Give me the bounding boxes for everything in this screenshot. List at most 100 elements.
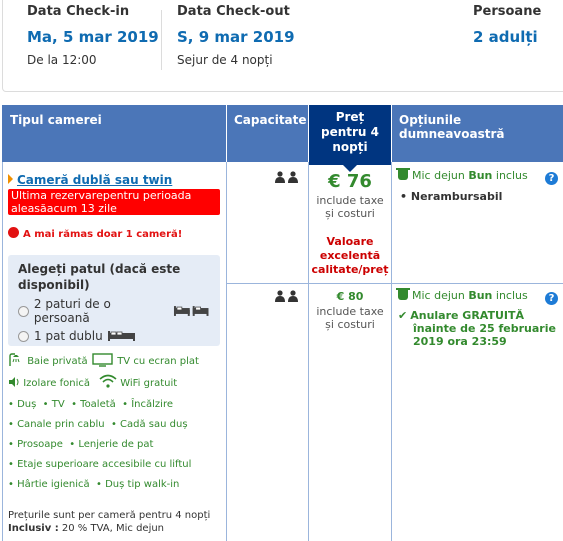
alert-line-2: aleasăacum 13 zile bbox=[11, 202, 117, 215]
breakfast-cup-icon bbox=[396, 168, 410, 180]
facility-row-5: • Hârtie igienică • Duș tip walk-in bbox=[8, 479, 180, 490]
facility-tv-label: TV cu ecran plat bbox=[117, 356, 199, 367]
cancel-text-1: Anulare GRATUITĂ bbox=[410, 309, 525, 322]
summary-divider bbox=[161, 10, 162, 70]
note-included-items: 20 % TVA, Mic dejun bbox=[61, 523, 165, 534]
breakfast-option-2: Mic dejun Bun inclus bbox=[396, 288, 528, 302]
header-capacity: Capacitate bbox=[227, 105, 308, 162]
value-tag-line1: Valoare bbox=[326, 235, 374, 248]
breakfast-bold-2: Bun bbox=[468, 289, 493, 302]
price-note-line2: Inclusiv : 20 % TVA, Mic dejun bbox=[8, 522, 210, 535]
booking-summary: Data Check-in Ma, 5 mar 2019 De la 12:00… bbox=[2, 0, 563, 92]
guests-value[interactable]: 2 adulți bbox=[473, 28, 541, 46]
facility-soundproof-label: Izolare fonică bbox=[23, 378, 91, 389]
cancel-line-2: înainte de 25 februarie bbox=[413, 322, 556, 335]
bed-choice-box: Alegeți patul (dacă este disponibil) 2 p… bbox=[8, 255, 220, 346]
bed-option-twin[interactable]: 2 paturi de o persoană bbox=[18, 297, 210, 325]
bed-option-double[interactable]: 1 pat dublu bbox=[18, 329, 210, 343]
facility-item: Lenjerie de pat bbox=[78, 439, 154, 450]
price-note-option-2: include taxe și costuri bbox=[309, 305, 391, 331]
checkin-block: Data Check-in Ma, 5 mar 2019 De la 12:00 bbox=[27, 4, 159, 67]
two-persons-icon bbox=[275, 290, 298, 302]
rooms-left-text: A mai rămas doar 1 cameră! bbox=[23, 229, 183, 240]
col-divider-3 bbox=[391, 162, 392, 541]
room-table: Tipul camerei Capacitate Preț pentru 4 n… bbox=[2, 105, 563, 541]
facility-item: Cadă sau duș bbox=[120, 419, 188, 430]
help-icon[interactable]: ? bbox=[545, 172, 558, 185]
facility-private-bath-label: Baie privată bbox=[27, 356, 88, 367]
radio-double[interactable] bbox=[18, 330, 29, 342]
price-option-1: € 76 bbox=[328, 171, 372, 192]
radio-twin[interactable] bbox=[18, 305, 29, 317]
room-name-link[interactable]: Cameră dublă sau twin bbox=[8, 173, 172, 187]
guests-label: Persoane bbox=[473, 4, 542, 19]
rooms-left-notice: A mai rămas doar 1 cameră! bbox=[8, 227, 182, 240]
facility-soundproof: Izolare fonică bbox=[8, 376, 90, 389]
facility-item: Canale prin cablu bbox=[17, 419, 105, 430]
checkout-label: Data Check-out bbox=[177, 4, 290, 19]
price-note: Prețurile sunt per cameră pentru 4 nopți… bbox=[8, 509, 210, 535]
bed-option-twin-label[interactable]: 2 paturi de o persoană bbox=[34, 297, 169, 325]
header-options: Opțiunile dumneavoastră bbox=[392, 105, 563, 162]
breakfast-bold-1: Bun bbox=[468, 169, 493, 182]
alert-line-1: Ultima rezervarepentru perioada bbox=[11, 189, 192, 202]
policy-nonrefundable: • Nerambursabil bbox=[400, 190, 503, 203]
last-booking-alert: Ultima rezervarepentru perioada aleasăac… bbox=[8, 189, 220, 215]
room-name-text[interactable]: Cameră dublă sau twin bbox=[17, 173, 172, 187]
help-icon[interactable]: ? bbox=[545, 292, 558, 305]
header-room-type-label: Tipul camerei bbox=[10, 113, 102, 127]
header-price-line2: pentru 4 bbox=[321, 125, 379, 139]
header-price: Preț pentru 4 nopți bbox=[309, 105, 391, 172]
breakfast-post-2: inclus bbox=[495, 289, 528, 302]
price-note-option-1: include taxe și costuri bbox=[309, 194, 391, 220]
row-divider bbox=[226, 283, 563, 284]
alert-dot-icon bbox=[8, 227, 19, 238]
stay-length: Sejur de 4 nopți bbox=[177, 53, 273, 67]
header-price-line1: Preț bbox=[335, 110, 365, 124]
facility-row-1: • Duș • TV • Toaletă • Încălzire bbox=[8, 399, 173, 410]
price-note-1b: și costuri bbox=[325, 207, 375, 220]
facility-item: Hârtie igienică bbox=[17, 479, 90, 490]
breakfast-pre-1: Mic dejun bbox=[412, 169, 465, 182]
header-options-label: Opțiunile dumneavoastră bbox=[399, 113, 505, 141]
checkin-time: De la 12:00 bbox=[27, 53, 97, 67]
breakfast-option-1: Mic dejun Bun inclus bbox=[396, 168, 528, 182]
facility-item: Etaje superioare accesibile cu liftul bbox=[17, 459, 192, 470]
breakfast-post-1: inclus bbox=[495, 169, 528, 182]
facility-row-2: • Canale prin cablu • Cadă sau duș bbox=[8, 419, 188, 430]
price-note-2b: și costuri bbox=[325, 318, 375, 331]
bed-option-double-label[interactable]: 1 pat dublu bbox=[34, 329, 103, 343]
header-room-type: Tipul camerei bbox=[2, 105, 226, 162]
table-border-left bbox=[2, 162, 3, 541]
double-bed-icon bbox=[107, 331, 135, 341]
checkout-date[interactable]: S, 9 mar 2019 bbox=[177, 28, 295, 46]
breakfast-cup-icon bbox=[396, 288, 410, 300]
shower-icon bbox=[9, 353, 20, 366]
value-tag-line3: calitate/preț bbox=[311, 263, 389, 276]
checkin-label: Data Check-in bbox=[27, 4, 130, 19]
twin-beds-icon bbox=[173, 306, 209, 316]
cancel-line-1: ✔ Anulare GRATUITĂ bbox=[398, 309, 556, 322]
header-price-line3: nopți bbox=[332, 140, 368, 154]
value-tag-line2: excelentă bbox=[319, 249, 381, 262]
facility-private-bath: Baie privată bbox=[8, 353, 88, 367]
facility-row-4: • Etaje superioare accesibile cu liftul bbox=[8, 459, 192, 470]
checkin-date[interactable]: Ma, 5 mar 2019 bbox=[27, 28, 159, 46]
bed-choice-title: Alegeți patul (dacă este disponibil) bbox=[18, 262, 181, 292]
facility-wifi: WiFi gratuit bbox=[99, 374, 177, 389]
facility-wifi-label: WiFi gratuit bbox=[120, 378, 178, 389]
free-cancellation: ✔ Anulare GRATUITĂ înainte de 25 februari… bbox=[398, 309, 556, 348]
facility-item: Duș tip walk-in bbox=[105, 479, 180, 490]
price-option-2: € 80 bbox=[336, 290, 364, 303]
facility-item: Duș bbox=[17, 399, 37, 410]
soundproof-icon bbox=[9, 377, 19, 387]
tv-icon bbox=[92, 353, 113, 367]
triangle-icon bbox=[8, 174, 13, 184]
cancel-line-3: 2019 ora 23:59 bbox=[413, 335, 507, 348]
wifi-icon bbox=[99, 374, 117, 388]
col-divider-1 bbox=[226, 162, 227, 541]
facility-item: Încălzire bbox=[131, 399, 173, 410]
note-included-label: Inclusiv : bbox=[8, 523, 59, 534]
price-note-line1: Prețurile sunt per cameră pentru 4 nopți bbox=[8, 510, 211, 521]
facility-item: TV bbox=[51, 399, 65, 410]
